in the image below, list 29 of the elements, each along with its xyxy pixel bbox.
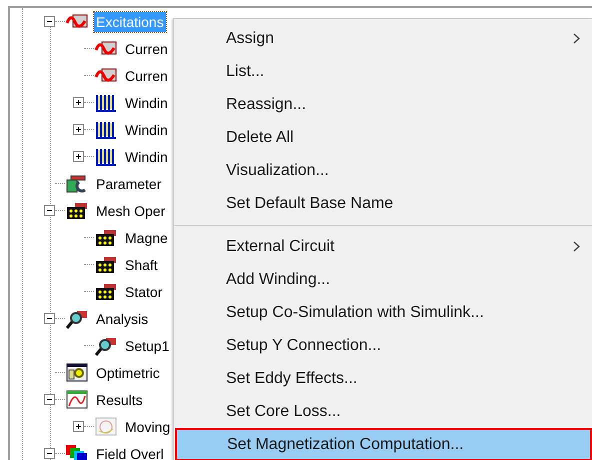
tree-item[interactable]: Field Overl <box>94 444 166 460</box>
menu-item[interactable]: Visualization... <box>174 154 592 187</box>
tree-item[interactable]: Mesh Oper <box>94 200 168 220</box>
tree-item[interactable]: Parameter <box>94 174 164 194</box>
tree-item[interactable]: Windin <box>123 92 170 112</box>
tree-item[interactable]: Windin <box>123 146 170 166</box>
menu-item[interactable]: Set Core Loss... <box>174 395 592 428</box>
tree-item[interactable]: Curren <box>123 38 170 58</box>
menu-item[interactable]: Assign <box>174 22 592 55</box>
menu-item[interactable]: External Circuit <box>174 230 592 263</box>
tree-item[interactable]: Stator <box>123 282 164 302</box>
tree-item[interactable]: Magne <box>123 228 170 248</box>
menu-item[interactable]: Set Default Base Name <box>174 187 592 220</box>
tree-item[interactable]: Optimetric <box>94 362 162 382</box>
tree-item[interactable]: Curren <box>123 66 170 86</box>
menu-item[interactable]: List... <box>174 55 592 88</box>
tree-item[interactable]: Results <box>94 390 145 410</box>
menu-item[interactable]: Reassign... <box>174 88 592 121</box>
menu-item[interactable]: Set Eddy Effects... <box>174 362 592 395</box>
tree-item[interactable]: Windin <box>123 120 170 140</box>
menu-item[interactable]: Setup Y Connection... <box>174 329 592 362</box>
tree-item[interactable]: Moving <box>123 416 172 436</box>
menu-item[interactable]: Add Winding... <box>174 263 592 296</box>
menu-item[interactable]: Delete All <box>174 121 592 154</box>
tree-item[interactable]: Shaft <box>123 254 160 274</box>
menu-item[interactable]: Set Magnetization Computation... <box>175 428 592 460</box>
tree-item[interactable]: Analysis <box>94 308 150 328</box>
tree-item[interactable]: Setup1 <box>123 336 172 356</box>
menu-item[interactable]: Setup Co-Simulation with Simulink... <box>174 296 592 329</box>
